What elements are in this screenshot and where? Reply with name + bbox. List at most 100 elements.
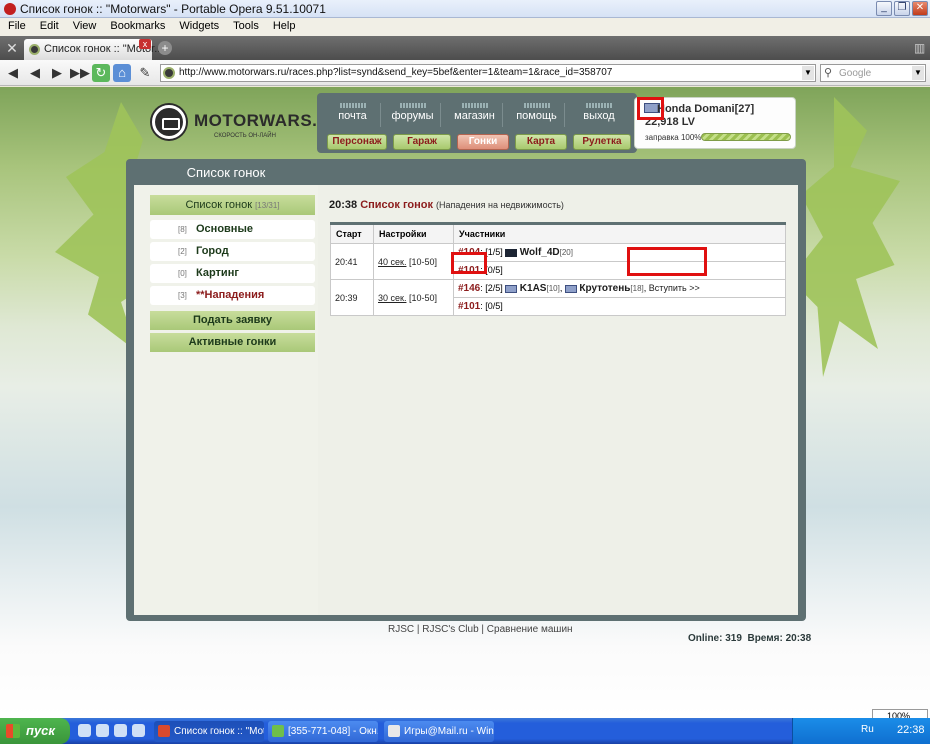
quicklaunch-icon[interactable] xyxy=(78,724,91,737)
system-tray: Ru 22:38 xyxy=(792,718,930,744)
race-entry: #101: [0/5] xyxy=(453,297,786,316)
nav-shop-label: магазин xyxy=(454,110,495,122)
site-logo[interactable]: MOTORWARS.RU СКОРОСТЬ ОН-ЛАЙН xyxy=(150,105,342,141)
taskbar-item-opera[interactable]: Список гонок :: "Mot... xyxy=(154,721,264,742)
race-id-link[interactable]: #101 xyxy=(458,301,480,312)
player-name-link[interactable]: K1AS xyxy=(520,283,547,294)
player-name-link[interactable]: Крутотень xyxy=(579,283,630,294)
player-name-link[interactable]: Wolf_4D xyxy=(520,247,560,258)
nav-help[interactable]: помощь xyxy=(509,103,565,127)
quicklaunch-icon[interactable] xyxy=(96,724,109,737)
trash-icon[interactable]: ▥ xyxy=(914,41,925,55)
favicon-icon xyxy=(29,44,40,55)
fast-forward-icon[interactable]: ▶▶ xyxy=(70,64,90,82)
active-races-button[interactable]: Активные гонки xyxy=(150,333,315,352)
menu-edit[interactable]: Edit xyxy=(32,18,65,32)
taskbar-item-label: [355-771-048] - Окн... xyxy=(288,726,378,737)
highlight-box-join xyxy=(627,247,707,276)
close-button[interactable]: ✕ xyxy=(912,1,928,16)
menu-widgets[interactable]: Widgets xyxy=(171,18,225,32)
nav-map-button[interactable]: Карта xyxy=(515,134,567,150)
race-level-range: [10-50] xyxy=(408,292,438,303)
race-settings: 40 сек. [10-50] xyxy=(373,243,454,280)
quicklaunch-icon[interactable] xyxy=(132,724,145,737)
footer-links[interactable]: RJSC | RJSC's Club | Сравнение машин xyxy=(388,624,573,635)
car-icon xyxy=(505,284,518,293)
sidebar-item-city[interactable]: [2] Город xyxy=(150,242,315,261)
sidebar-item-main[interactable]: [8] Основные xyxy=(150,220,315,239)
fuel-label: заправка 100% xyxy=(645,133,702,142)
sidebar-item-label: Основные xyxy=(196,223,253,235)
home-icon[interactable]: ⌂ xyxy=(113,64,131,82)
start-label: пуск xyxy=(26,723,55,738)
player-level: [20] xyxy=(559,248,573,257)
menu-file[interactable]: File xyxy=(0,18,32,32)
nav-races-button[interactable]: Гонки xyxy=(457,134,509,150)
nav-character-button[interactable]: Персонаж xyxy=(327,134,387,150)
user-level: [27] xyxy=(734,103,755,115)
minimize-button[interactable]: _ xyxy=(876,1,892,16)
menu-help[interactable]: Help xyxy=(265,18,302,32)
page-title-text: Список гонок xyxy=(360,199,433,211)
nav-roulette-button[interactable]: Рулетка xyxy=(573,134,631,150)
page-viewport: MOTORWARS.RU СКОРОСТЬ ОН-ЛАЙН почта фору… xyxy=(0,87,930,718)
race-start-time: 20:39 xyxy=(330,279,374,316)
sidebar-item-attacks[interactable]: [3] **Нападения xyxy=(150,286,315,305)
menu-tools[interactable]: Tools xyxy=(225,18,265,32)
sidebar-item-karting[interactable]: [0] Картинг xyxy=(150,264,315,283)
address-bar[interactable]: http://www.motorwars.ru/races.php?list=s… xyxy=(160,64,816,82)
address-dropdown-icon[interactable]: ▼ xyxy=(802,66,814,80)
logo-subtitle: СКОРОСТЬ ОН-ЛАЙН xyxy=(214,133,276,139)
submit-request-button[interactable]: Подать заявку xyxy=(150,311,315,330)
taskbar-item-icq[interactable]: [355-771-048] - Окн... xyxy=(268,721,378,742)
race-duration-link[interactable]: 40 сек. xyxy=(378,257,406,267)
tools-icon[interactable]: ✕ xyxy=(4,40,20,56)
race-id-link[interactable]: #146 xyxy=(458,283,480,294)
column-header-start: Старт xyxy=(330,222,374,244)
sidebar-item-count: [0] xyxy=(178,269,187,278)
search-dropdown-icon[interactable]: ▼ xyxy=(912,66,924,80)
tab-races[interactable]: Список гонок :: "Motor... x xyxy=(24,39,163,60)
races-table: Старт Настройки Участники 20:41 40 сек. … xyxy=(330,222,786,316)
opera-icon xyxy=(4,3,16,15)
language-indicator[interactable]: Ru xyxy=(861,724,874,735)
nav-mail[interactable]: почта xyxy=(325,103,381,127)
nav-logout[interactable]: выход xyxy=(571,103,627,127)
reload-icon[interactable]: ↻ xyxy=(92,64,110,82)
sidebar-item-count: [2] xyxy=(178,247,187,256)
taskbar: пуск Список гонок :: "Mot... [355-771-04… xyxy=(0,718,930,744)
back-icon[interactable]: ◀ xyxy=(4,64,22,82)
window-title: Список гонок :: "Motorwars" - Portable O… xyxy=(20,2,326,16)
maximize-button[interactable]: ❐ xyxy=(894,1,910,16)
sidebar-header[interactable]: Список гонок [13/31] xyxy=(150,195,315,215)
race-entry: #101: [0/5] xyxy=(453,261,786,280)
sidebar-item-count: [8] xyxy=(178,225,187,234)
quicklaunch-icon[interactable] xyxy=(114,724,127,737)
tab-bar: ✕ Список гонок :: "Motor... x + ▥ xyxy=(0,36,930,60)
table-row: 20:39 30 сек. [10-50] #146: [2/5] K1AS[1… xyxy=(330,279,786,316)
menu-bar: File Edit View Bookmarks Widgets Tools Help xyxy=(0,18,930,36)
edit-icon[interactable]: ✎ xyxy=(136,64,154,82)
user-name-text: Honda Domani xyxy=(657,103,735,115)
nav-forums[interactable]: форумы xyxy=(385,103,441,127)
navigation-bar: ◀ ◀ ▶ ▶▶ ↻ ⌂ ✎ http://www.motorwars.ru/r… xyxy=(0,60,930,86)
new-tab-icon[interactable]: + xyxy=(158,41,172,55)
search-field[interactable]: ⚲ Google ▼ xyxy=(820,64,926,82)
rewind-icon[interactable]: ◀ xyxy=(26,64,44,82)
menu-bookmarks[interactable]: Bookmarks xyxy=(102,18,171,32)
nav-shop[interactable]: магазин xyxy=(447,103,503,127)
site-favicon-icon xyxy=(163,67,175,79)
join-race-link[interactable]: Вступить >> xyxy=(649,283,700,293)
start-button[interactable]: пуск xyxy=(0,718,70,744)
user-name[interactable]: Honda Domani[27] xyxy=(657,103,754,115)
race-duration-link[interactable]: 30 сек. xyxy=(378,293,406,303)
address-url[interactable]: http://www.motorwars.ru/races.php?list=s… xyxy=(179,67,612,78)
tab-close-icon[interactable]: x xyxy=(139,39,151,49)
stripes-icon xyxy=(399,103,426,108)
menu-view[interactable]: View xyxy=(65,18,103,32)
nav-garage-button[interactable]: Гараж xyxy=(393,134,451,150)
taskbar-item-mail[interactable]: Игры@Mail.ru - Wind... xyxy=(384,721,494,742)
forward-icon[interactable]: ▶ xyxy=(48,64,66,82)
sidebar-header-count: [13/31] xyxy=(255,201,280,210)
race-entry: #146: [2/5] K1AS[10], Крутотень[18], Вст… xyxy=(453,279,786,298)
